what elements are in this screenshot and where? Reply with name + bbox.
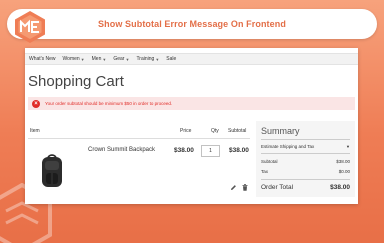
tax-value: $0.00 — [338, 169, 350, 174]
order-total-value: $38.00 — [330, 184, 350, 191]
main-navigation: What's New Women ▼ Men ▼ Gear ▼ Training… — [25, 53, 358, 65]
divider — [28, 138, 250, 139]
nav-item-label: Women — [62, 56, 80, 62]
quantity-input[interactable]: 1 — [201, 145, 220, 157]
cart-summary: Summary Estimate Shipping and Tax ▼ Subt… — [256, 121, 355, 197]
edit-pencil-icon[interactable] — [230, 184, 237, 191]
nav-item-whats-new[interactable]: What's New — [29, 56, 56, 62]
nav-item-men[interactable]: Men ▼ — [92, 56, 107, 62]
subtotal-row: Subtotal $38.00 — [261, 159, 350, 164]
estimate-shipping-toggle[interactable]: Estimate Shipping and Tax ▼ — [261, 144, 350, 149]
tax-label: Tax — [261, 169, 269, 174]
summary-title: Summary — [261, 126, 300, 136]
nav-item-label: Men — [91, 56, 102, 62]
page-title: Shopping Cart — [28, 73, 124, 90]
column-header-price: Price — [180, 128, 192, 134]
column-header-qty: Qty — [211, 128, 219, 134]
tax-row: Tax $0.00 — [261, 169, 350, 174]
chevron-down-icon: ▼ — [80, 56, 85, 62]
column-header-subtotal: Subtotal — [228, 128, 247, 134]
nav-item-label: What's New — [29, 56, 56, 62]
chevron-down-icon: ▼ — [346, 144, 350, 149]
chevron-down-icon: ▼ — [102, 56, 107, 62]
nav-item-training[interactable]: Training ▼ — [136, 56, 159, 62]
product-price: $38.00 — [174, 147, 194, 154]
subtotal-label: Subtotal — [261, 159, 278, 164]
order-total-row: Order Total $38.00 — [261, 184, 350, 191]
chevron-down-icon: ▼ — [125, 56, 130, 62]
divider — [261, 139, 350, 140]
backpack-product-image[interactable] — [39, 153, 65, 189]
storefront-page: What's New Women ▼ Men ▼ Gear ▼ Training… — [25, 48, 358, 204]
nav-item-label: Gear — [113, 56, 125, 62]
divider — [261, 153, 350, 154]
nav-item-women[interactable]: Women ▼ — [63, 56, 85, 62]
item-subtotal: $38.00 — [229, 147, 249, 154]
column-header-item: Item — [30, 128, 40, 134]
estimate-shipping-label: Estimate Shipping and Tax — [261, 144, 315, 149]
nav-item-gear[interactable]: Gear ▼ — [113, 56, 129, 62]
subtotal-value: $38.00 — [336, 159, 350, 164]
trash-icon[interactable] — [242, 184, 248, 191]
banner-title: Show Subtotal Error Message On Frontend — [98, 19, 286, 29]
header-banner: Show Subtotal Error Message On Frontend — [7, 9, 377, 43]
order-total-label: Order Total — [261, 184, 294, 191]
subtotal-error-message: × Your order subtotal should be minimum … — [28, 97, 355, 110]
error-message-text: Your order subtotal should be minimum $5… — [45, 101, 173, 106]
nav-item-label: Sale — [166, 56, 177, 62]
divider — [261, 179, 350, 180]
nav-item-label: Training — [136, 56, 155, 62]
nav-item-sale[interactable]: Sale — [166, 56, 176, 62]
product-name-link[interactable]: Crown Summit Backpack — [88, 147, 155, 153]
error-icon: × — [32, 99, 40, 108]
chevron-down-icon: ▼ — [155, 56, 160, 62]
